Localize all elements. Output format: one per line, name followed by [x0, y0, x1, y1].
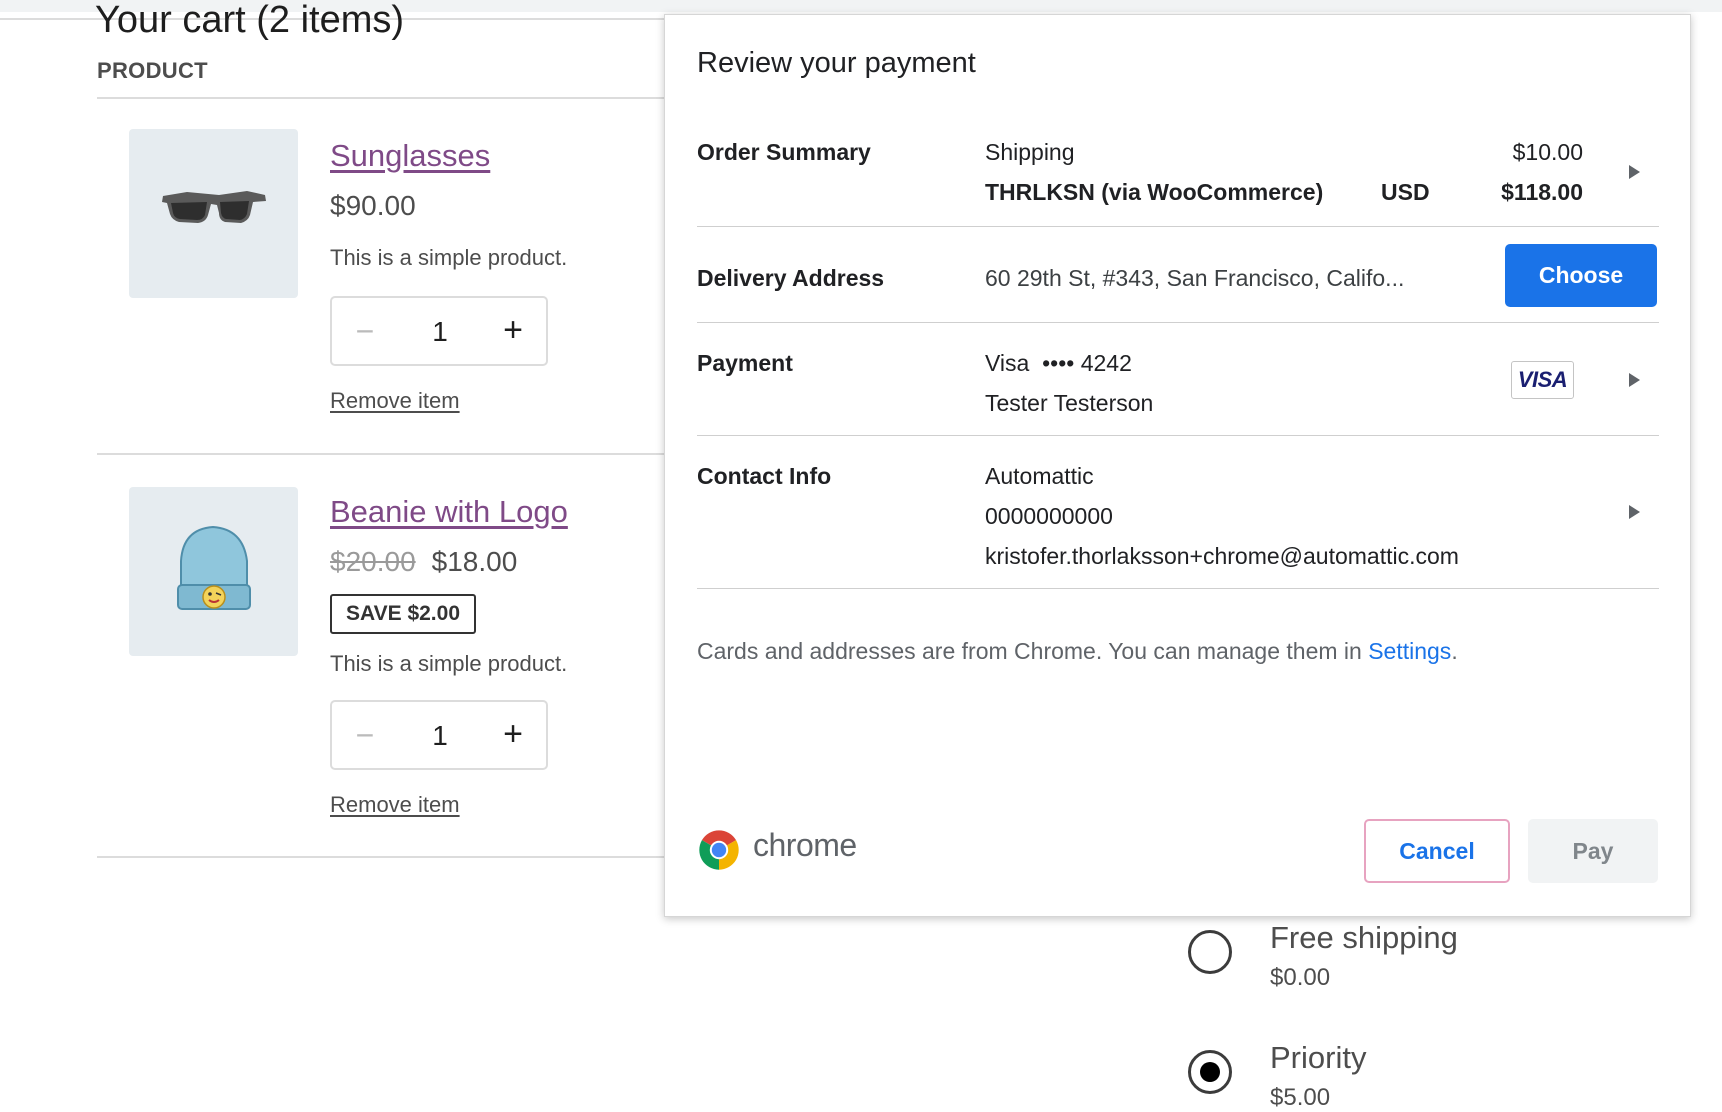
shipping-option-price: $0.00: [1270, 964, 1331, 991]
dialog-divider: [697, 322, 1659, 323]
contact-email: kristofer.thorlaksson+chrome@automattic.…: [985, 543, 1459, 569]
shipping-option-label: Priority: [1270, 1040, 1367, 1075]
chrome-logo-icon: [699, 830, 739, 870]
order-summary-label: Order Summary: [697, 139, 871, 165]
item-divider: [97, 453, 667, 455]
footnote-end: .: [1451, 638, 1458, 664]
radio-button[interactable]: [1188, 930, 1232, 974]
product-price: $90.00: [330, 190, 416, 221]
quantity-stepper: − 1 +: [330, 296, 548, 366]
cancel-button[interactable]: Cancel: [1364, 819, 1510, 883]
dialog-divider: [697, 588, 1659, 589]
decrease-quantity-button[interactable]: −: [350, 718, 380, 752]
product-description: This is a simple product.: [330, 651, 568, 676]
dialog-footnote: Cards and addresses are from Chrome. You…: [697, 638, 1458, 665]
product-description: This is a simple product.: [330, 245, 568, 270]
cart-title: Your cart (2 items): [95, 0, 405, 41]
settings-link[interactable]: Settings: [1368, 638, 1451, 664]
order-total: $118.00: [1501, 179, 1583, 205]
dialog-divider: [697, 435, 1659, 436]
quantity-input[interactable]: 1: [422, 720, 458, 752]
sale-price: $18.00: [431, 546, 518, 577]
radio-button-selected[interactable]: [1188, 1050, 1232, 1094]
sunglasses-image[interactable]: [129, 129, 298, 298]
quantity-input[interactable]: 1: [422, 316, 458, 348]
beanie-image[interactable]: [129, 487, 298, 656]
currency-code: USD: [1381, 179, 1430, 205]
contact-phone: 0000000000: [985, 503, 1113, 529]
shipping-option-label: Free shipping: [1270, 920, 1458, 955]
card-number: Visa •••• 4242: [985, 350, 1132, 376]
contact-info-label: Contact Info: [697, 463, 832, 489]
increase-quantity-button[interactable]: +: [496, 716, 530, 752]
visa-card-icon: VISA: [1511, 361, 1574, 399]
shipping-option-price: $5.00: [1270, 1084, 1331, 1111]
remove-item-link[interactable]: Remove item: [330, 388, 460, 414]
chrome-wordmark: chrome: [753, 827, 857, 863]
merchant-name: THRLKSN (via WooCommerce): [985, 179, 1324, 205]
product-column-header: PRODUCT: [97, 58, 208, 83]
delivery-address-value: 60 29th St, #343, San Francisco, Califo.…: [985, 265, 1405, 291]
quantity-stepper: − 1 +: [330, 700, 548, 770]
shipping-line-label: Shipping: [985, 139, 1075, 165]
expand-arrow-icon[interactable]: [1629, 165, 1640, 179]
remove-item-link[interactable]: Remove item: [330, 792, 460, 818]
dialog-title: Review your payment: [697, 47, 976, 79]
pay-button[interactable]: Pay: [1528, 819, 1658, 883]
contact-name: Automattic: [985, 463, 1094, 489]
choose-address-button[interactable]: Choose: [1505, 244, 1657, 307]
cart-header-divider: [97, 97, 667, 99]
save-badge: SAVE $2.00: [330, 594, 476, 634]
delivery-address-label: Delivery Address: [697, 265, 885, 291]
increase-quantity-button[interactable]: +: [496, 312, 530, 348]
original-price: $20.00: [330, 546, 416, 577]
product-price: $20.00 $18.00: [330, 546, 517, 578]
cart-bottom-divider: [97, 856, 667, 858]
dialog-divider: [697, 226, 1659, 227]
payment-label: Payment: [697, 350, 793, 376]
radio-selected-dot: [1200, 1062, 1220, 1082]
payment-request-dialog: Review your payment Order Summary Shippi…: [664, 14, 1691, 917]
product-name-link[interactable]: Beanie with Logo: [330, 494, 568, 530]
expand-arrow-icon[interactable]: [1629, 373, 1640, 387]
footnote-text: Cards and addresses are from Chrome. You…: [697, 638, 1369, 664]
decrease-quantity-button[interactable]: −: [350, 314, 380, 348]
cardholder-name: Tester Testerson: [985, 390, 1154, 416]
product-name-link[interactable]: Sunglasses: [330, 138, 490, 174]
expand-arrow-icon[interactable]: [1629, 505, 1640, 519]
shipping-line-amount: $10.00: [1512, 139, 1583, 165]
